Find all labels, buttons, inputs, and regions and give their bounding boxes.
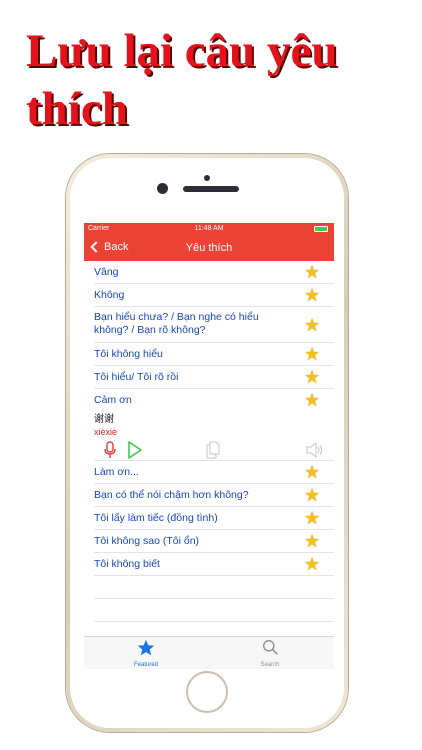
list-item[interactable]: Tôi không biết ★ (94, 553, 334, 576)
list-item[interactable]: Làm ơn... ★ (94, 461, 334, 484)
phrase-text: Bạn hiểu chưa? / Bạn nghe có hiểu không?… (94, 311, 259, 336)
play-icon[interactable] (127, 441, 143, 459)
promo-headline: Lưu lại câu yêu thích (26, 25, 338, 135)
list-item[interactable]: Không ★ (94, 284, 334, 307)
copy-icon[interactable] (206, 441, 220, 459)
status-time: 11:48 AM (194, 225, 224, 232)
star-icon[interactable]: ★ (304, 463, 322, 481)
tab-featured[interactable]: Featured (116, 639, 176, 668)
favorites-list: Vâng ★ Không ★ Bạn hiểu chưa? / Bạn nghe… (84, 261, 334, 622)
star-icon[interactable]: ★ (304, 286, 322, 304)
status-bar: Carrier 11:48 AM (84, 223, 334, 236)
list-item[interactable]: Tôi lấy làm tiếc (đồng tình) ★ (94, 507, 334, 530)
star-icon[interactable]: ★ (304, 391, 322, 409)
phrase-text: Tôi không biết (94, 558, 160, 570)
star-icon[interactable]: ★ (304, 368, 322, 386)
list-item[interactable]: Tôi hiểu/ Tôi rõ rồi ★ (94, 366, 334, 389)
tab-search[interactable]: Search (240, 639, 300, 668)
star-icon[interactable]: ★ (304, 263, 322, 281)
chinese-text: 谢谢 (94, 414, 114, 425)
front-camera (157, 183, 168, 194)
phrase-text: Cảm ơn (94, 394, 132, 406)
search-icon (262, 640, 278, 655)
phrase-text: Không (94, 289, 125, 301)
phrase-text: Tôi không hiểu (94, 348, 163, 360)
app-screen: Carrier 11:48 AM Back Yêu thích Vâng ★ K… (84, 223, 334, 669)
star-icon[interactable]: ★ (304, 509, 322, 527)
battery-icon (314, 226, 328, 232)
list-item[interactable]: Vâng ★ (94, 261, 334, 284)
phrase-text: Làm ơn... (94, 466, 139, 478)
phone-sensor (204, 175, 210, 181)
star-icon[interactable]: ★ (304, 555, 322, 573)
list-item[interactable]: Bạn hiểu chưa? / Bạn nghe có hiểu không?… (94, 307, 334, 343)
empty-row (94, 576, 334, 599)
tab-label: Featured (133, 662, 158, 668)
navigation-bar: Back Yêu thích (84, 236, 334, 261)
microphone-icon[interactable] (104, 441, 116, 459)
list-item[interactable]: Tôi không hiểu ★ (94, 343, 334, 366)
tab-label: Search (260, 662, 280, 668)
phrase-text: Tôi lấy làm tiếc (đồng tình) (94, 512, 218, 524)
star-icon (137, 639, 155, 656)
phrase-text: Vâng (94, 266, 119, 278)
tab-bar: Featured Search (84, 636, 334, 669)
phrase-text: Tôi hiểu/ Tôi rõ rồi (94, 371, 179, 383)
star-icon[interactable]: ★ (304, 486, 322, 504)
phrase-text: Tôi không sao (Tôi ổn) (94, 535, 200, 547)
speaker-icon[interactable] (306, 442, 324, 458)
page-title: Yêu thích (185, 242, 233, 254)
star-icon[interactable]: ★ (304, 532, 322, 550)
earpiece-speaker (183, 186, 239, 192)
list-item-expanded[interactable]: Cảm ơn 谢谢 xièxiè ★ (94, 389, 334, 461)
list-item[interactable]: Bạn có thể nói chậm hơn không? ★ (94, 484, 334, 507)
pinyin-text: xièxiè (94, 427, 118, 437)
list-item[interactable]: Tôi không sao (Tôi ổn) ★ (94, 530, 334, 553)
star-icon[interactable]: ★ (304, 316, 322, 334)
star-icon[interactable]: ★ (304, 345, 322, 363)
empty-row (94, 599, 334, 622)
phrase-text: Bạn có thể nói chậm hơn không? (94, 489, 249, 501)
phrase-tools (94, 439, 334, 463)
home-button[interactable] (186, 671, 228, 713)
